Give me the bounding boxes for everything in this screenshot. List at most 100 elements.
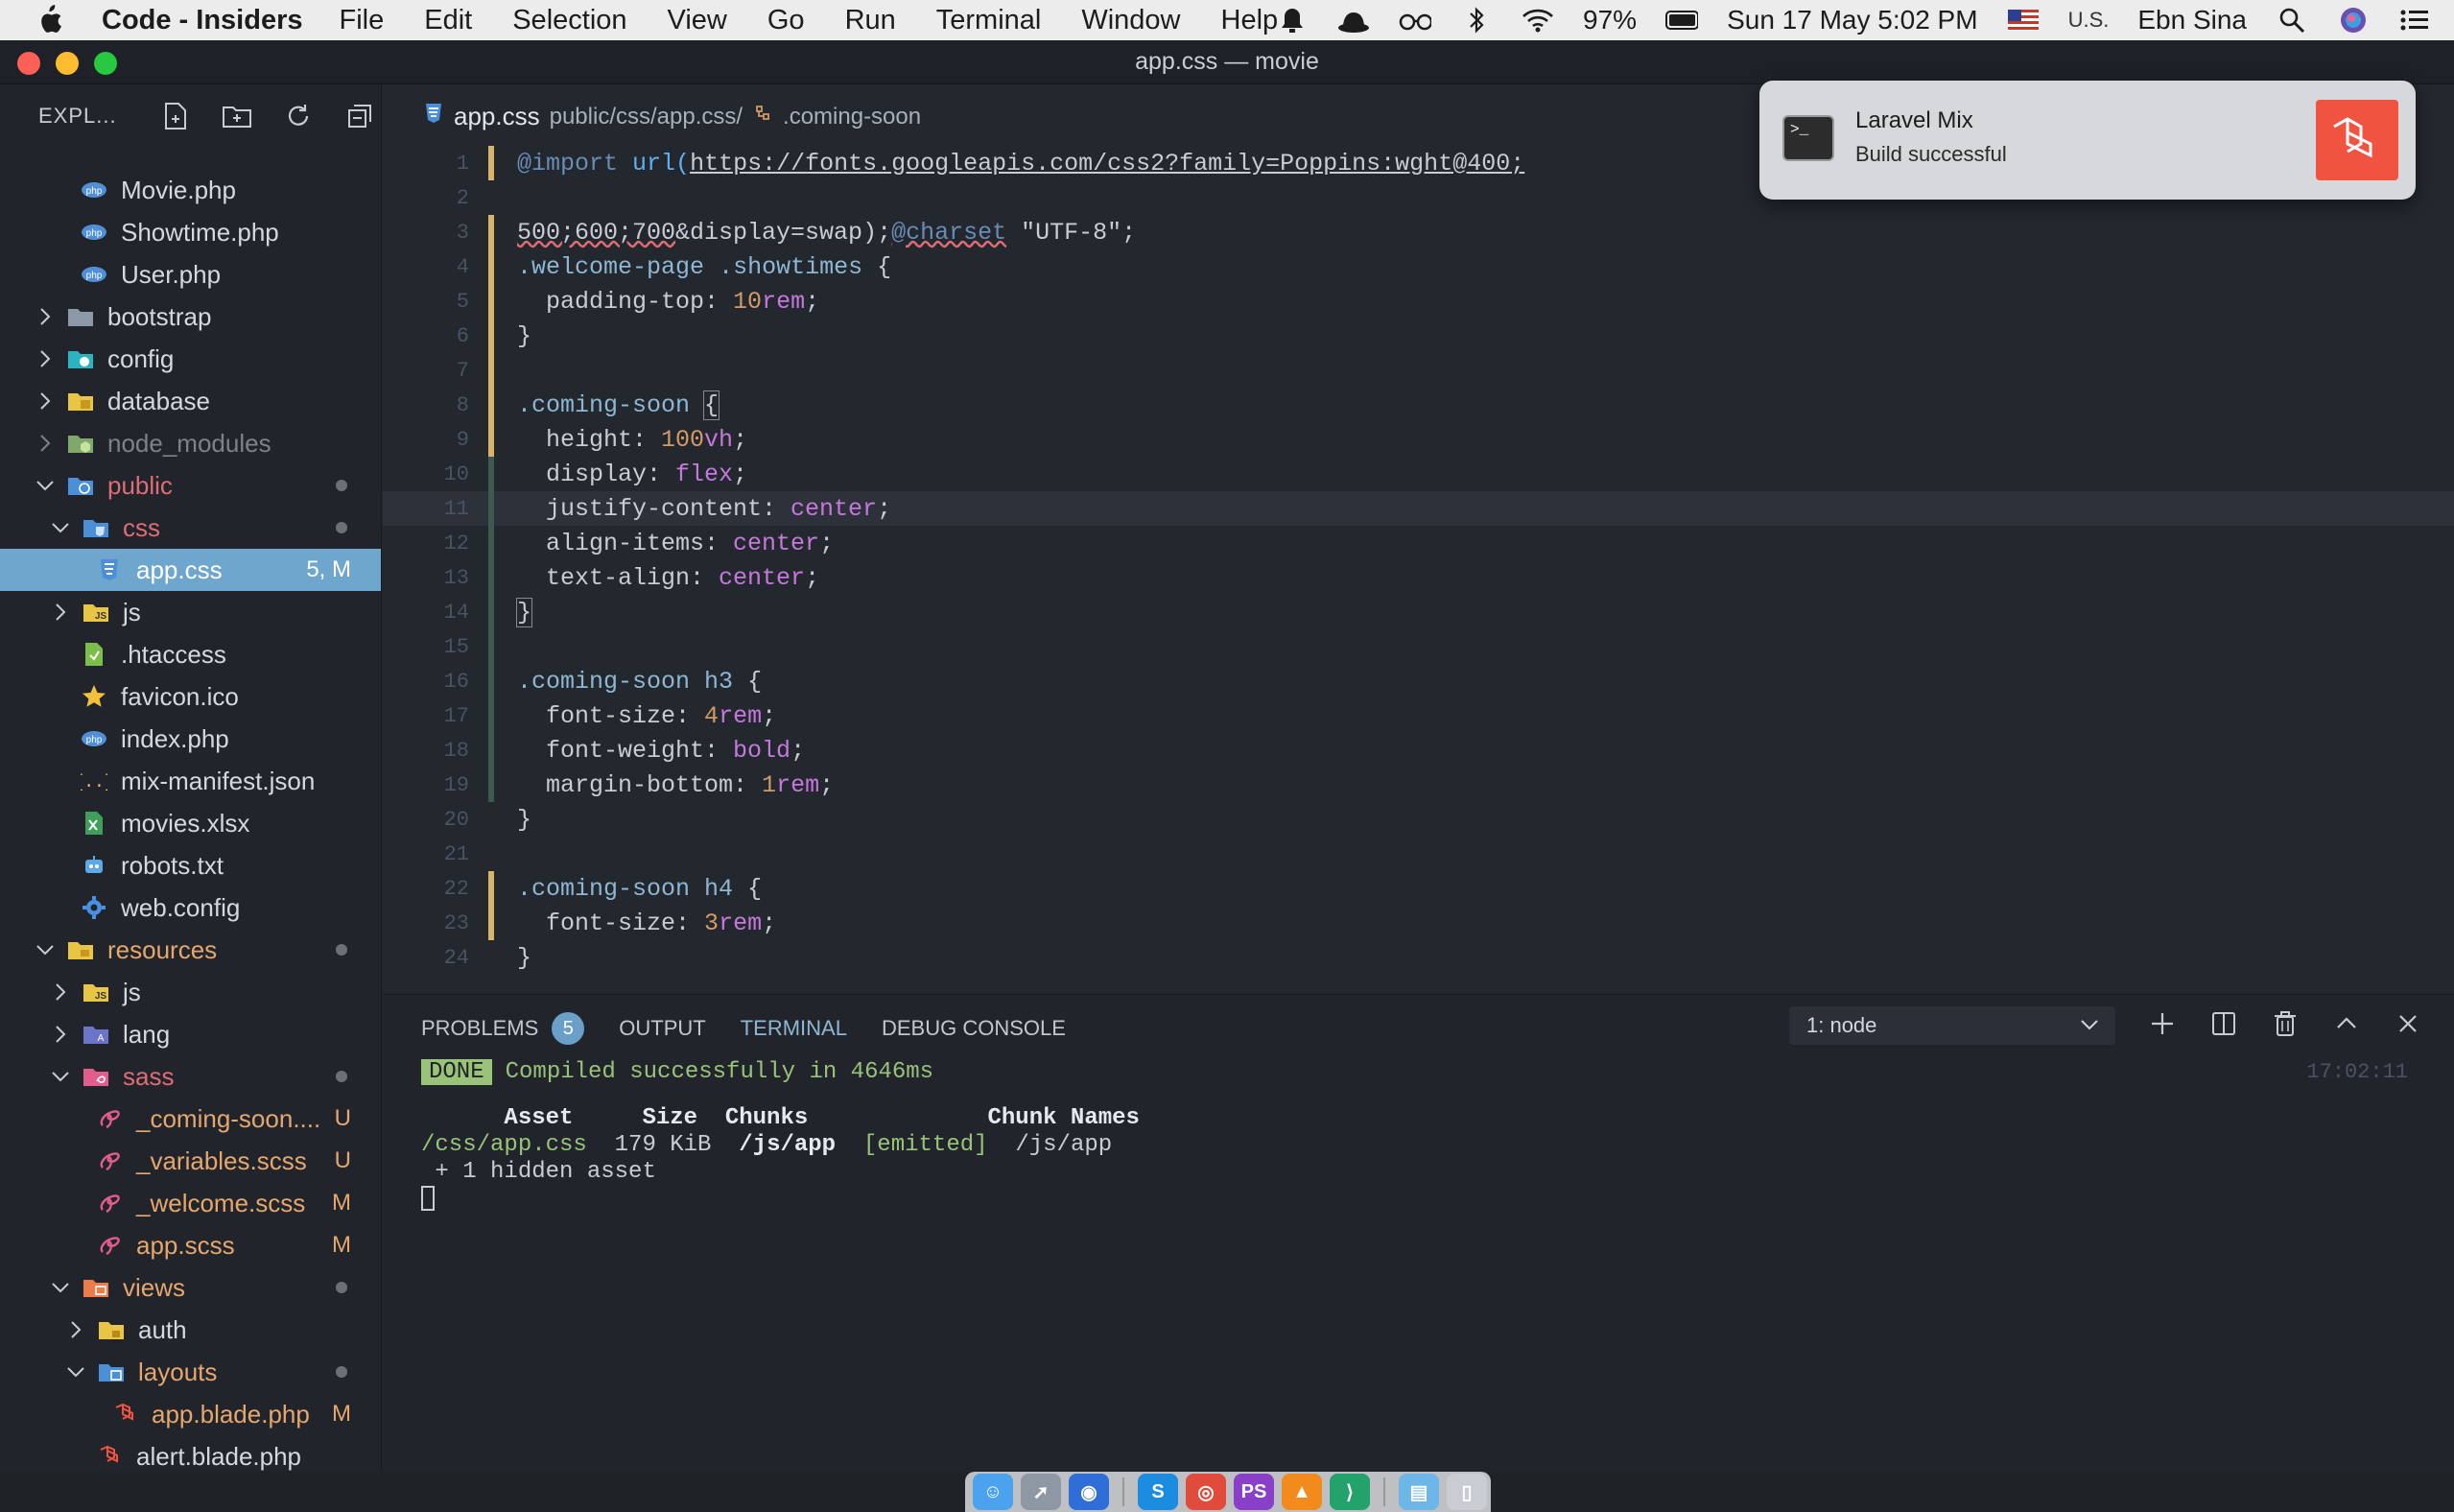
menu-edit[interactable]: Edit	[424, 5, 472, 36]
tree-item-web-config[interactable]: web.config	[0, 886, 381, 929]
tree-item-variables-scss[interactable]: _variables.scss U	[0, 1140, 381, 1182]
tab-terminal[interactable]: TERMINAL	[741, 1016, 847, 1041]
tree-folder-lang[interactable]: A lang	[0, 1013, 381, 1055]
menu-clock[interactable]: Sun 17 May 5:02 PM	[1727, 5, 1977, 35]
menu-terminal[interactable]: Terminal	[936, 5, 1042, 36]
new-terminal-plus-icon[interactable]	[2144, 1004, 2181, 1043]
code-line: 4 .welcome-page .showtimes {	[383, 249, 2454, 284]
tree-folder-views[interactable]: views	[0, 1266, 381, 1309]
chevron-right-icon	[65, 1319, 86, 1340]
breadcrumb-symbol[interactable]: .coming-soon	[783, 104, 921, 130]
menu-window[interactable]: Window	[1081, 5, 1180, 36]
tree-item-alert-blade[interactable]: alert.blade.php	[0, 1435, 381, 1472]
tree-item-app-css[interactable]: app.css 5, M	[0, 549, 381, 591]
breadcrumb-path[interactable]: public/css/app.css/	[550, 104, 743, 130]
tree-folder-resources[interactable]: resources	[0, 929, 381, 971]
refresh-icon[interactable]	[278, 97, 319, 135]
split-terminal-icon[interactable]	[2206, 1004, 2242, 1043]
apple-icon[interactable]	[35, 4, 73, 36]
vscode-insiders-icon[interactable]: ⟩	[1330, 1474, 1370, 1510]
bluetooth-icon[interactable]	[1460, 6, 1493, 35]
tree-folder-database[interactable]: database	[0, 380, 381, 422]
tree-item-label: Showtime.php	[121, 217, 279, 247]
tree-folder-bootstrap[interactable]: bootstrap	[0, 295, 381, 338]
chevron-up-icon[interactable]	[2328, 1004, 2365, 1043]
user-name[interactable]: Ebn Sina	[2137, 5, 2247, 35]
tree-item-movies-xlsx[interactable]: movies.xlsx	[0, 802, 381, 844]
battery-icon[interactable]	[1665, 6, 1699, 35]
tree-item-showtime-php[interactable]: php Showtime.php	[0, 211, 381, 253]
firefox-icon[interactable]: ◉	[1069, 1474, 1109, 1510]
notification-bell-icon[interactable]	[1276, 6, 1309, 35]
vlc-icon[interactable]: ▲	[1282, 1474, 1322, 1510]
zoom-window-button[interactable]	[94, 52, 117, 75]
notification-center-icon[interactable]	[2398, 6, 2431, 35]
new-file-icon[interactable]	[155, 97, 196, 135]
tree-item-app-blade[interactable]: app.blade.php M	[0, 1393, 381, 1435]
tree-folder-public[interactable]: public	[0, 464, 381, 507]
laravel-blade-icon	[111, 1402, 138, 1427]
chrome-icon[interactable]: ◎	[1186, 1474, 1226, 1510]
folder-icon	[67, 304, 94, 329]
code-editor[interactable]: app.css public/css/app.css/ .coming-soon…	[383, 84, 2454, 994]
tree-folder-resources-js[interactable]: JS js	[0, 971, 381, 1013]
trash-icon[interactable]: ▯	[1447, 1474, 1487, 1510]
git-gutter-modified	[488, 319, 494, 353]
tree-item-favicon[interactable]: favicon.ico	[0, 675, 381, 718]
menu-run[interactable]: Run	[845, 5, 896, 36]
collapse-all-icon[interactable]	[340, 97, 380, 135]
breadcrumb-file[interactable]: app.css	[454, 102, 540, 131]
tree-item-coming-soon-scss[interactable]: _coming-soon.... U	[0, 1098, 381, 1140]
new-folder-icon[interactable]	[217, 97, 257, 135]
wifi-icon[interactable]	[1522, 6, 1554, 35]
terminal-select[interactable]: 1: node	[1789, 1006, 2115, 1045]
hat-icon[interactable]	[1337, 6, 1370, 35]
tab-debug-console[interactable]: DEBUG CONSOLE	[882, 1016, 1066, 1041]
tree-folder-node-modules[interactable]: node_modules	[0, 422, 381, 464]
tab-output[interactable]: OUTPUT	[619, 1016, 705, 1041]
tree-folder-public-js[interactable]: JS js	[0, 591, 381, 633]
downloads-folder-icon[interactable]: ▤	[1399, 1474, 1439, 1510]
finder-icon[interactable]: ☺	[973, 1474, 1013, 1510]
input-source-label[interactable]: U.S.	[2068, 8, 2110, 33]
tree-item-status: U	[334, 1105, 351, 1131]
tree-folder-layouts[interactable]: layouts	[0, 1351, 381, 1393]
close-window-button[interactable]	[17, 52, 40, 75]
phpstorm-icon[interactable]: PS	[1234, 1474, 1274, 1510]
chevron-down-icon	[35, 475, 56, 496]
glasses-icon[interactable]	[1399, 6, 1432, 35]
notification-toast[interactable]: >_ Laravel Mix Build successful	[1759, 81, 2416, 200]
tab-problems[interactable]: PROBLEMS 5	[421, 1012, 585, 1045]
spotlight-search-icon[interactable]	[2276, 6, 2308, 35]
dock-separator	[1383, 1477, 1385, 1506]
launchpad-icon[interactable]: ➚	[1021, 1474, 1061, 1510]
tree-item-user-php[interactable]: php User.php	[0, 253, 381, 295]
php-file-icon: php	[81, 177, 107, 202]
app-menu-name[interactable]: Code - Insiders	[102, 5, 303, 36]
terminal-output[interactable]: DONE Compiled successfully in 4646ms Ass…	[421, 1058, 1140, 1212]
tree-folder-auth[interactable]: auth	[0, 1309, 381, 1351]
tree-item-welcome-scss[interactable]: _welcome.scss M	[0, 1182, 381, 1224]
trash-icon[interactable]	[2267, 1004, 2303, 1043]
skype-icon[interactable]: S	[1138, 1474, 1178, 1510]
menu-go[interactable]: Go	[767, 5, 805, 36]
htaccess-file-icon	[81, 642, 107, 667]
siri-icon[interactable]	[2337, 6, 2370, 35]
asset-name: /css/app.css	[421, 1131, 587, 1158]
tree-item-index-php[interactable]: php index.php	[0, 718, 381, 760]
tree-folder-sass[interactable]: sass	[0, 1055, 381, 1098]
tree-item-htaccess[interactable]: .htaccess	[0, 633, 381, 675]
tree-item-app-scss[interactable]: app.scss M	[0, 1224, 381, 1266]
menu-help[interactable]: Help	[1221, 5, 1279, 36]
tree-folder-css[interactable]: css	[0, 507, 381, 549]
tree-item-movie-php[interactable]: php Movie.php	[0, 169, 381, 211]
minimize-window-button[interactable]	[56, 52, 79, 75]
menu-view[interactable]: View	[668, 5, 727, 36]
menu-selection[interactable]: Selection	[512, 5, 626, 36]
close-icon[interactable]	[2390, 1004, 2426, 1043]
tree-folder-config[interactable]: config	[0, 338, 381, 380]
tree-item-mix-manifest[interactable]: {..} mix-manifest.json	[0, 760, 381, 802]
tree-item-robots-txt[interactable]: robots.txt	[0, 844, 381, 886]
us-flag-icon[interactable]	[2007, 6, 2040, 35]
menu-file[interactable]: File	[340, 5, 385, 36]
